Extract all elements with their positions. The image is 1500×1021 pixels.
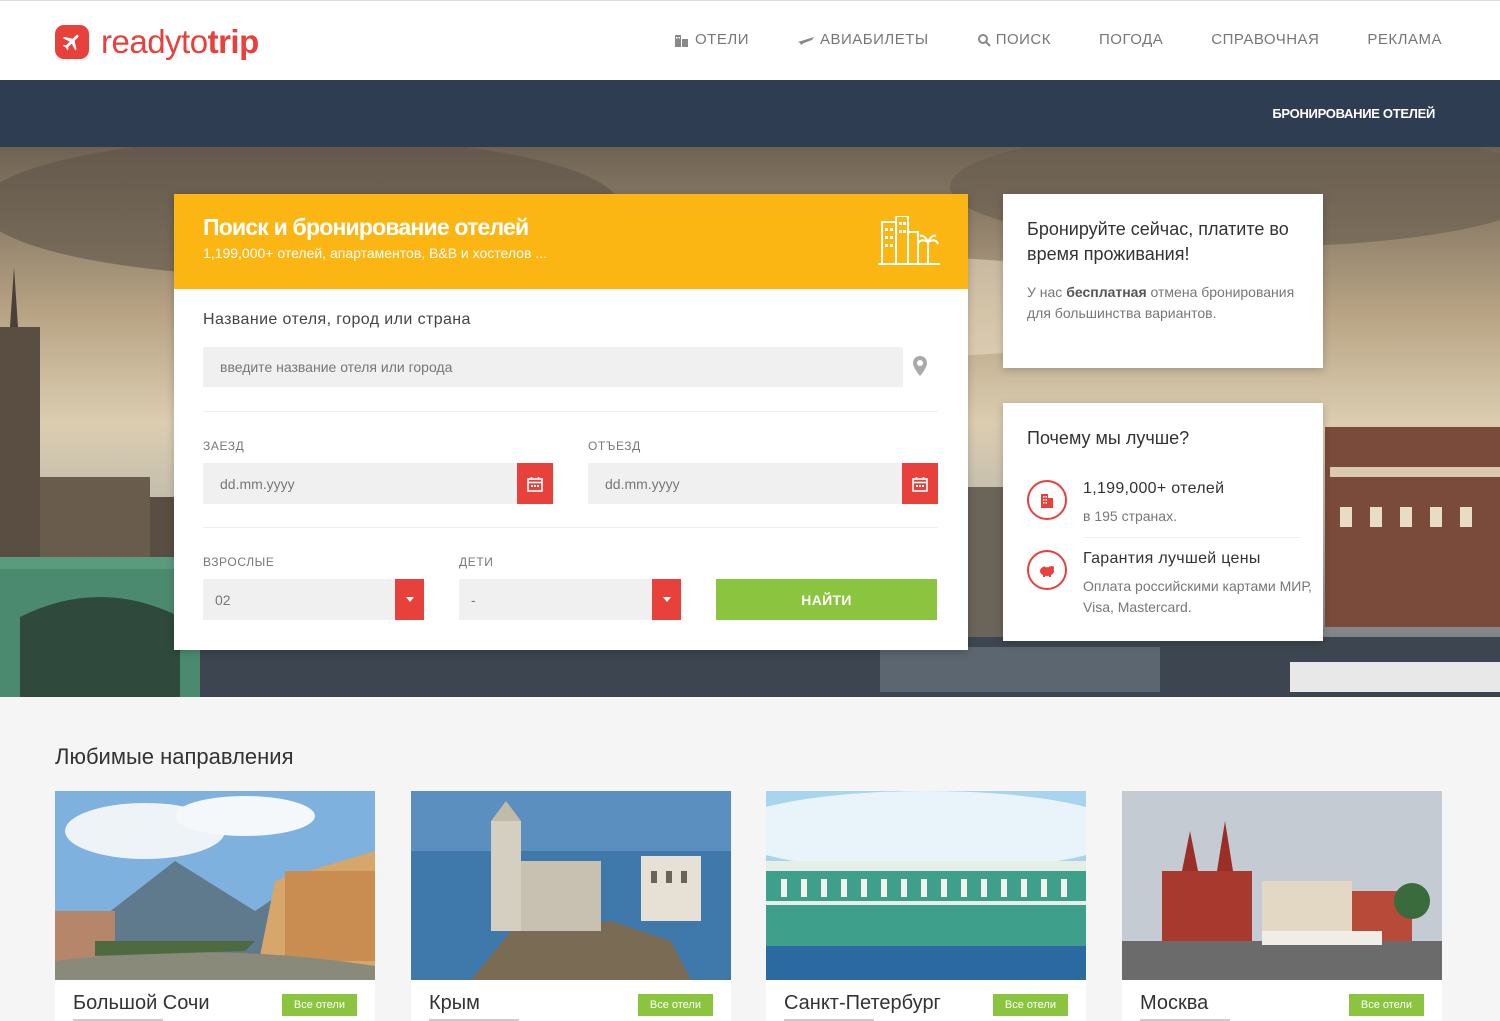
- plane-icon: [797, 36, 814, 45]
- promo-text-part: У нас: [1027, 284, 1067, 300]
- destination-name: Большой Сочи: [73, 992, 210, 1014]
- nav-help[interactable]: СПРАВОЧНАЯ: [1211, 31, 1319, 48]
- children-select[interactable]: -: [459, 579, 652, 620]
- hero-band: БРОНИРОВАНИЕ ОТЕЛЕЙ: [0, 80, 1500, 147]
- adults-label: ВЗРОСЛЫЕ: [203, 555, 275, 569]
- checkout-input[interactable]: dd.mm.yyyy: [588, 463, 902, 504]
- search-icon: [977, 33, 991, 47]
- all-hotels-button[interactable]: Все отели: [637, 994, 713, 1016]
- form-divider: [203, 411, 938, 412]
- all-hotels-button[interactable]: Все отели: [992, 994, 1068, 1016]
- checkin-input[interactable]: dd.mm.yyyy: [203, 463, 517, 504]
- checkin-label: ЗАЕЗД: [203, 439, 245, 453]
- location-pin-icon[interactable]: [913, 356, 927, 376]
- destination-image-sochi[interactable]: [55, 791, 375, 980]
- nav-hotels[interactable]: ОТЕЛИ: [674, 31, 749, 48]
- logo-text: readytotrip: [101, 23, 259, 60]
- hotel-search-form: Поиск и бронирование отелей 1,199,000+ о…: [174, 194, 968, 650]
- nav-ads[interactable]: РЕКЛАМА: [1367, 31, 1442, 48]
- destination-name: Санкт-Петербург: [784, 992, 941, 1014]
- destination-image-moscow[interactable]: [1122, 791, 1442, 980]
- calendar-icon: [912, 476, 928, 492]
- feature-title: Гарантия лучшей цены: [1083, 550, 1261, 567]
- destinations-title: Любимые направления: [55, 744, 294, 769]
- checkout-label: ОТЪЕЗД: [588, 439, 641, 453]
- main-nav: ОТЕЛИ АВИАБИЛЕТЫ ПОИСК ПОГОДА СПРАВОЧНАЯ…: [626, 31, 1442, 48]
- chevron-down-icon: [405, 597, 414, 602]
- feature-divider: [1083, 537, 1301, 538]
- chevron-down-icon: [662, 597, 671, 602]
- why-us-card: Почему мы лучше? 1,199,000+ отелей в 195…: [1003, 403, 1323, 641]
- destination-name: Крым: [429, 992, 480, 1014]
- destination-image-spb[interactable]: [766, 791, 1086, 980]
- promo-card: Бронируйте сейчас, платите во время прож…: [1003, 194, 1323, 368]
- children-dropdown-button[interactable]: [652, 579, 681, 620]
- find-button[interactable]: НАЙТИ: [716, 579, 937, 620]
- adults-dropdown-button[interactable]: [395, 579, 424, 620]
- building-icon: [1027, 480, 1067, 520]
- destination-card[interactable]: Москва Все отели: [1122, 791, 1442, 1021]
- hotel-icon: [675, 34, 689, 47]
- adults-select[interactable]: 02: [203, 579, 395, 620]
- nav-flights-label: АВИАБИЛЕТЫ: [819, 31, 929, 48]
- feature-description: Оплата российскими картами МИР, Visa, Ma…: [1083, 578, 1312, 615]
- destination-card[interactable]: Санкт-Петербург Все отели: [766, 791, 1086, 1021]
- search-title: Поиск и бронирование отелей: [203, 214, 529, 240]
- nav-hotels-label: ОТЕЛИ: [695, 31, 749, 48]
- feature-description: в 195 странах.: [1083, 508, 1177, 524]
- promo-text-bold: бесплатная: [1066, 284, 1147, 300]
- city-hotel-icon: [878, 216, 940, 265]
- all-hotels-button[interactable]: Все отели: [1348, 994, 1424, 1016]
- nav-search-label: ПОИСК: [995, 31, 1052, 48]
- site-header: readytotrip ОТЕЛИ АВИАБИЛЕТЫ ПОИСК ПОГОД…: [0, 0, 1500, 80]
- destination-card[interactable]: Крым Все отели: [411, 791, 731, 1021]
- destination-name: Москва: [1140, 992, 1209, 1014]
- nav-weather[interactable]: ПОГОДА: [1099, 31, 1163, 48]
- nav-help-label: СПРАВОЧНАЯ: [1211, 31, 1320, 48]
- calendar-icon: [527, 476, 543, 492]
- destination-image-crimea[interactable]: [411, 791, 731, 980]
- checkout-calendar-button[interactable]: [902, 463, 938, 504]
- checkin-calendar-button[interactable]: [517, 463, 553, 504]
- nav-weather-label: ПОГОДА: [1099, 31, 1164, 48]
- children-label: ДЕТИ: [459, 555, 494, 569]
- destination-input[interactable]: введите название отеля или города: [203, 347, 903, 387]
- feature-title: 1,199,000+ отелей: [1083, 480, 1225, 497]
- promo-title: Бронируйте сейчас, платите во время прож…: [1027, 219, 1289, 264]
- destination-label: Название отеля, город или страна: [203, 311, 471, 328]
- plane-logo-icon: [55, 25, 89, 59]
- band-title: БРОНИРОВАНИЕ ОТЕЛЕЙ: [1272, 106, 1435, 121]
- logo[interactable]: readytotrip: [55, 23, 259, 61]
- why-us-title: Почему мы лучше?: [1027, 428, 1190, 448]
- nav-search[interactable]: ПОИСК: [977, 31, 1051, 48]
- all-hotels-button[interactable]: Все отели: [281, 994, 357, 1016]
- search-header: Поиск и бронирование отелей 1,199,000+ о…: [174, 194, 968, 289]
- promo-text: У нас бесплатная отмена бронирования для…: [1027, 282, 1299, 324]
- form-divider: [203, 527, 938, 528]
- piggy-bank-icon: [1027, 550, 1067, 590]
- search-subtitle: 1,199,000+ отелей, апартаментов, B&B и х…: [203, 245, 547, 261]
- destination-card[interactable]: Большой Сочи Все отели: [55, 791, 375, 1021]
- nav-ads-label: РЕКЛАМА: [1367, 31, 1442, 48]
- nav-flights[interactable]: АВИАБИЛЕТЫ: [797, 31, 929, 48]
